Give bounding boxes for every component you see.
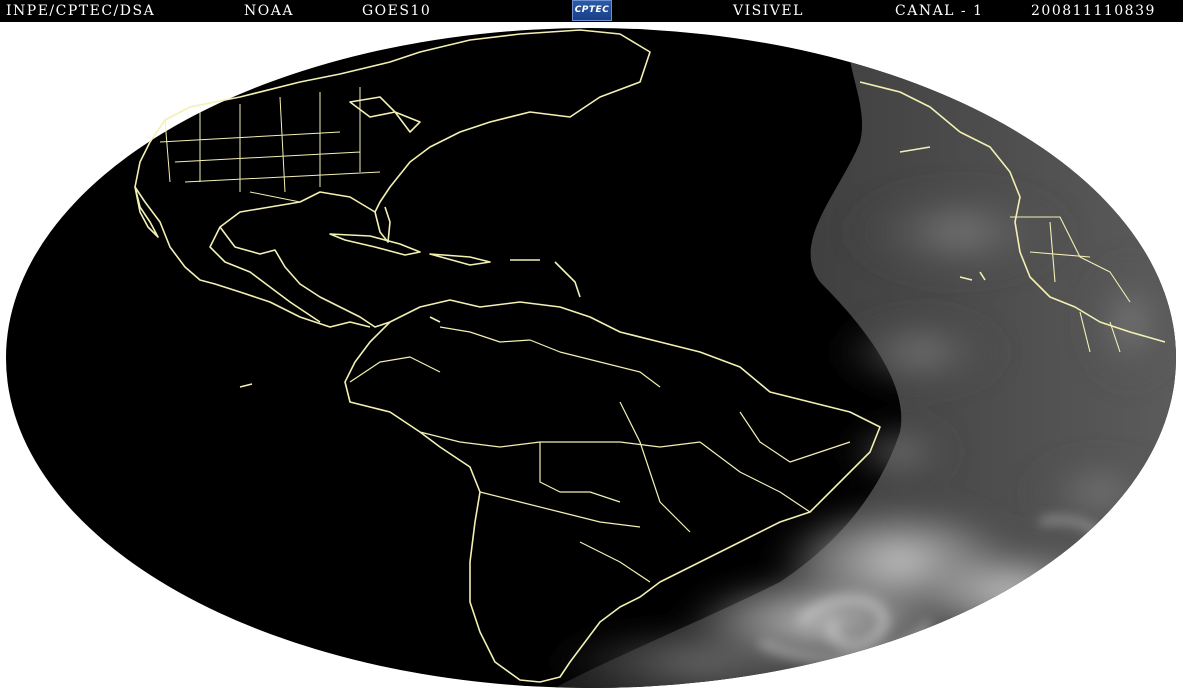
channel-label: CANAL - 1 [895, 3, 984, 19]
agency-label: NOAA [244, 3, 294, 19]
timestamp-label: 200811110839 [1031, 3, 1156, 19]
source-label: INPE/CPTEC/DSA [6, 3, 156, 19]
header-bar: INPE/CPTEC/DSA NOAA GOES10 CPTEC VISIVEL… [0, 0, 1183, 22]
satellite-label: GOES10 [362, 3, 432, 19]
satellite-disk [6, 28, 1176, 688]
satellite-image [0, 22, 1183, 696]
band-label: VISIVEL [733, 3, 804, 19]
cptec-logo: CPTEC [572, 0, 612, 21]
